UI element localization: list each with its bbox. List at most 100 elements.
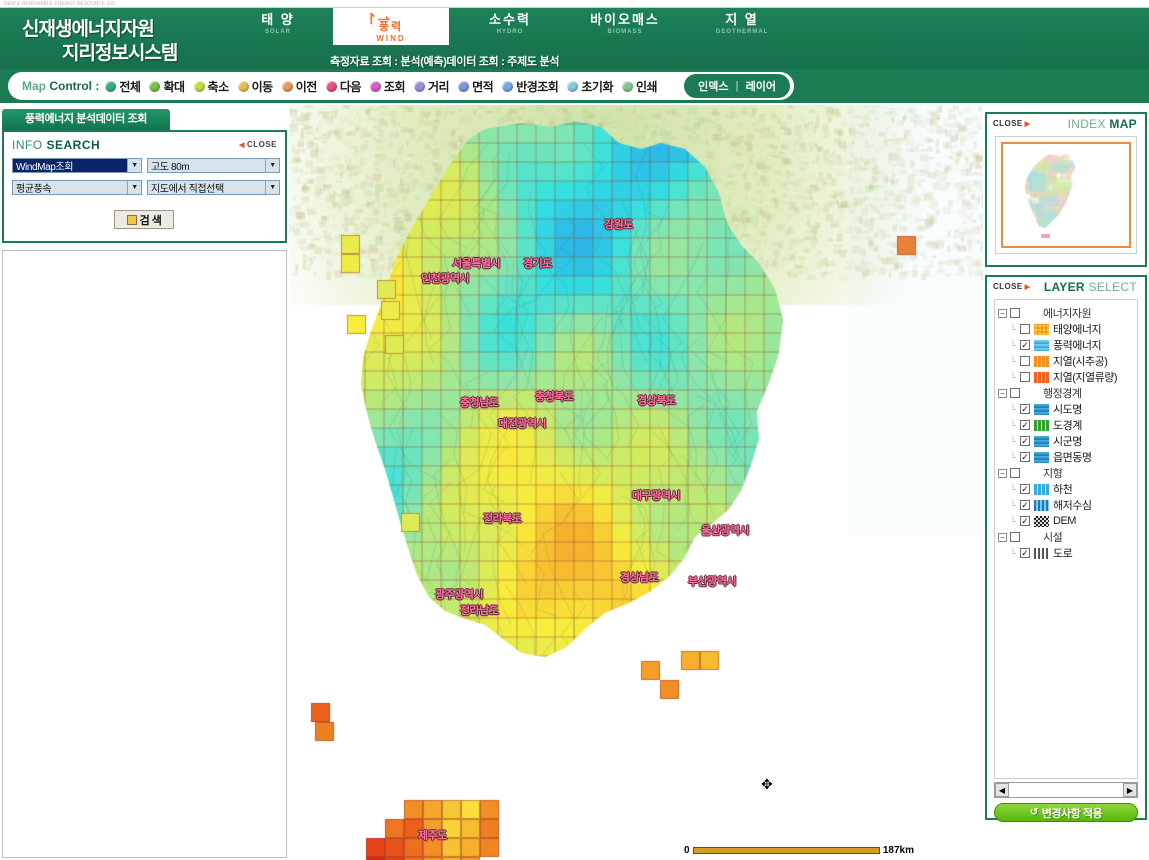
select-datatype[interactable]: WindMap조회 ▼ [12, 158, 142, 173]
layer-group-spacer [1024, 532, 1039, 543]
tree-collapse-icon[interactable]: − [998, 468, 1007, 478]
map-control-확대[interactable]: 확대 [149, 78, 185, 95]
select-row-1: WindMap조회 ▼ 고도 80m ▼ [12, 158, 280, 173]
layer-checkbox[interactable]: ✓ [1020, 436, 1030, 446]
map-label-7: 대전광역시 [498, 418, 547, 430]
select-variable[interactable]: 평균풍속 ▼ [12, 180, 142, 195]
layer-checkbox[interactable]: ✓ [1020, 516, 1030, 526]
layer-checkbox[interactable] [1020, 356, 1030, 366]
index-map-title-light: INDEX [1067, 117, 1110, 131]
layer-checkbox[interactable]: ✓ [1020, 548, 1030, 558]
layer-checkbox[interactable]: ✓ [1020, 340, 1030, 350]
site-logo[interactable]: 신재생에너지자원 지리정보시스템 [14, 18, 244, 66]
map-control-이동[interactable]: 이동 [237, 78, 273, 95]
nav-tab-solar[interactable]: 태 양 SOLAR [228, 12, 328, 46]
nav-tab-label: 지 열 [725, 12, 759, 27]
map-viewport[interactable]: 강원도 서울특별시 경기도 인천광역시 충청남도 충청북도 경상북도 대전광역시 전라북도 대구광… [289, 105, 983, 860]
map-control-반경조회[interactable]: 반경조회 [502, 78, 559, 95]
layer-tree-hscrollbar[interactable]: ◀ ▶ [994, 782, 1138, 798]
layer-node-0[interactable]: − 에너지자원 [998, 305, 1135, 321]
layer-checkbox[interactable]: ✓ [1020, 500, 1030, 510]
layer-node-15[interactable]: └ ✓ 도로 [998, 545, 1135, 561]
search-button[interactable]: 검 색 [114, 210, 174, 229]
nav-tab-sublabel: HYDRO [496, 29, 524, 35]
map-control-이전[interactable]: 이전 [281, 78, 317, 95]
left-panel-tab[interactable]: 풍력에너지 분석데이터 조회 [2, 109, 170, 130]
map-control-다음[interactable]: 다음 [325, 78, 361, 95]
map-control-dot-icon [414, 80, 425, 92]
map-control-dot-icon [193, 80, 205, 92]
nav-tab-biomass[interactable]: 바이오매스 BIOMASS [575, 12, 675, 46]
map-control-dot-icon [369, 80, 381, 92]
wind-resource-map[interactable] [289, 105, 983, 860]
layer-node-11[interactable]: └ ✓ 하천 [998, 481, 1135, 497]
map-control-초기화[interactable]: 초기화 [567, 78, 613, 95]
scroll-track[interactable] [1009, 783, 1123, 797]
nav-tab-label: 소수력 [489, 12, 531, 27]
layer-node-label: 도로 [1053, 548, 1073, 560]
layer-node-3[interactable]: └ 지열(시추공) [998, 353, 1135, 369]
layer-checkbox[interactable] [1020, 324, 1030, 334]
tree-collapse-icon[interactable]: − [998, 308, 1007, 318]
map-label-13: 광주광역시 [435, 589, 484, 601]
layer-node-8[interactable]: └ ✓ 시군명 [998, 433, 1135, 449]
map-control-전체[interactable]: 전체 [105, 78, 141, 95]
layer-select-close-label: CLOSE [993, 282, 1023, 291]
layer-select-close-button[interactable]: CLOSE ▶ [993, 282, 1030, 291]
index-map-panel: CLOSE ▶ INDEX MAP [985, 112, 1147, 267]
scroll-left-icon[interactable]: ◀ [995, 783, 1009, 797]
index-toggle-button[interactable]: 인덱스 [698, 78, 728, 94]
select-selection-mode[interactable]: 지도에서 직접선택 ▼ [147, 180, 280, 195]
layer-checkbox[interactable]: ✓ [1020, 404, 1030, 414]
map-control-거리[interactable]: 거리 [414, 78, 450, 95]
layer-node-6[interactable]: └ ✓ 시도명 [998, 401, 1135, 417]
layer-toggle-button[interactable]: 레이어 [746, 78, 776, 94]
map-cursor-icon: ✥ [761, 776, 773, 792]
layer-tree[interactable]: − 에너지자원 └ 태양에너지 └ ✓ 풍력에너지 └ 지열(시추공) └ 지열(지열류량) − 행정경… [994, 299, 1138, 779]
select-altitude[interactable]: 고도 80m ▼ [147, 158, 280, 173]
map-control-면적[interactable]: 면적 [458, 78, 494, 95]
select-datatype-value: WindMap조회 [16, 162, 74, 173]
layer-checkbox[interactable]: ✓ [1020, 420, 1030, 430]
nav-tab-geothermal[interactable]: 지 열 GEOTHERMAL [692, 12, 792, 46]
layer-checkbox[interactable]: ✓ [1020, 484, 1030, 494]
layer-checkbox[interactable] [1010, 532, 1020, 542]
chevron-down-icon[interactable]: ▼ [265, 159, 279, 172]
tree-indent-guide: └ [1009, 372, 1017, 382]
index-map-canvas-wrap[interactable] [995, 136, 1137, 254]
layer-checkbox[interactable] [1010, 388, 1020, 398]
map-control-인쇄[interactable]: 인쇄 [621, 78, 658, 95]
layer-checkbox[interactable] [1010, 308, 1020, 318]
layer-node-10[interactable]: − 지형 [998, 465, 1135, 481]
layer-node-7[interactable]: └ ✓ 도경계 [998, 417, 1135, 433]
scroll-right-icon[interactable]: ▶ [1123, 783, 1137, 797]
tree-collapse-icon[interactable]: − [998, 532, 1007, 542]
chevron-down-icon[interactable]: ▼ [127, 181, 141, 194]
info-search-close-button[interactable]: ◀ CLOSE [239, 140, 277, 149]
layer-node-13[interactable]: └ ✓ DEM [998, 513, 1135, 529]
layer-node-12[interactable]: └ ✓ 해저수심 [998, 497, 1135, 513]
layer-node-14[interactable]: − 시설 [998, 529, 1135, 545]
layer-checkbox[interactable]: ✓ [1020, 452, 1030, 462]
chevron-down-icon[interactable]: ▼ [265, 181, 279, 194]
nav-tab-wind[interactable]: ↾⇀ 풍력 WIND [332, 8, 450, 46]
layer-node-label: 해저수심 [1053, 500, 1092, 512]
layer-node-4[interactable]: └ 지열(지열류량) [998, 369, 1135, 385]
layer-node-5[interactable]: − 행정경계 [998, 385, 1135, 401]
apply-changes-button[interactable]: ↺ 변경사항 적용 [994, 803, 1138, 822]
map-control-조회[interactable]: 조회 [369, 78, 406, 95]
map-control-축소[interactable]: 축소 [193, 78, 229, 95]
layer-node-2[interactable]: └ ✓ 풍력에너지 [998, 337, 1135, 353]
layer-checkbox[interactable] [1010, 468, 1020, 478]
close-arrow-icon: ◀ [239, 142, 245, 149]
layer-checkbox[interactable] [1020, 372, 1030, 382]
nav-tab-hydro[interactable]: 소수력 HYDRO [460, 12, 560, 46]
tree-collapse-icon[interactable]: − [998, 388, 1007, 398]
layer-node-1[interactable]: └ 태양에너지 [998, 321, 1135, 337]
map-control-label: 반경조회 [516, 79, 559, 94]
chevron-down-icon[interactable]: ▼ [127, 159, 141, 172]
index-map-extent-box[interactable] [1001, 142, 1131, 248]
layer-node-9[interactable]: └ ✓ 읍면동명 [998, 449, 1135, 465]
river-icon [1034, 483, 1049, 495]
index-map-close-button[interactable]: CLOSE ▶ [993, 119, 1030, 128]
